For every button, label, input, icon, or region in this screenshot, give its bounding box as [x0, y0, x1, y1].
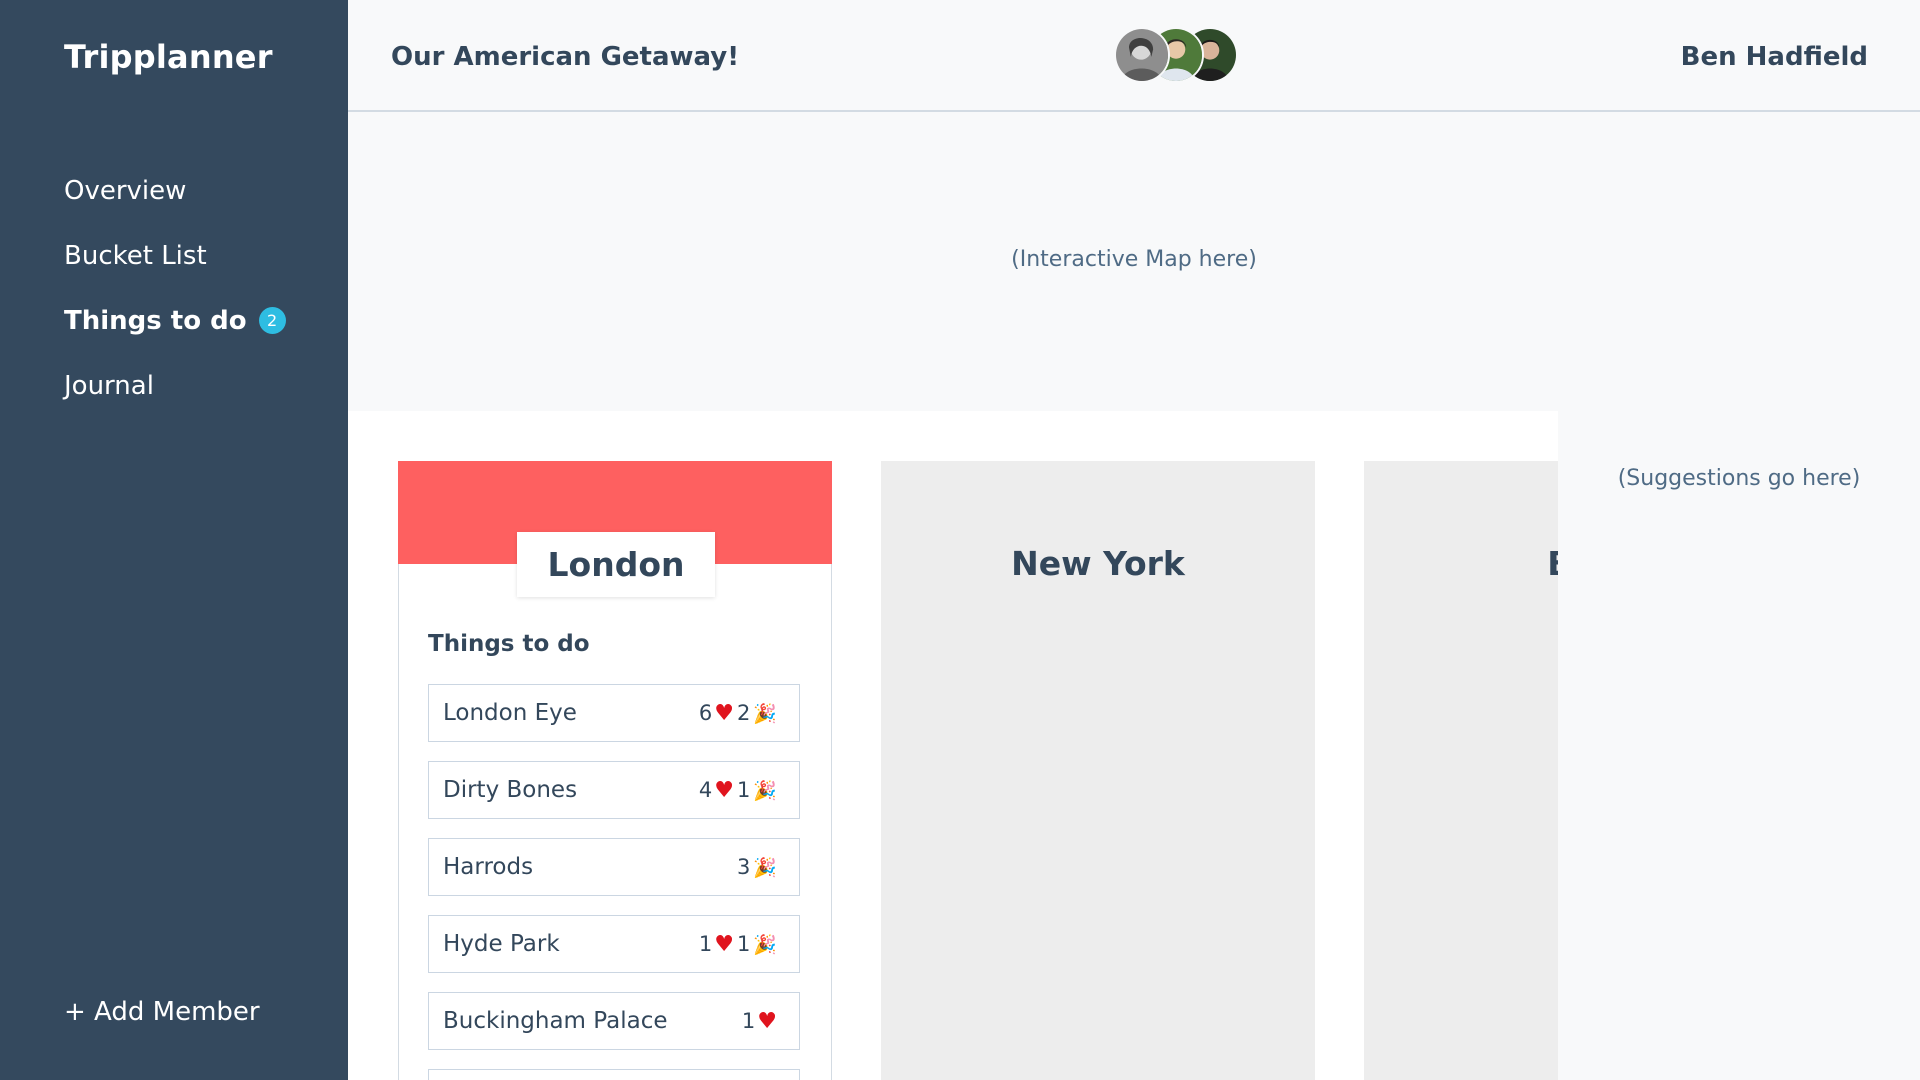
avatar[interactable]: [1114, 27, 1170, 83]
city-title[interactable]: London: [517, 532, 715, 597]
todo-stats: 1 ♥ 1 🎉: [699, 932, 777, 957]
user-name[interactable]: Ben Hadfield: [1681, 42, 1868, 72]
party-popper-icon: 🎉: [753, 856, 777, 879]
heart-icon: ♥: [714, 931, 734, 957]
todo-item[interactable]: Harrods 3 🎉: [428, 838, 800, 896]
sidebar-item-label: Bucket List: [64, 240, 207, 271]
todo-item[interactable]: Hyde Park 1 ♥ 1 🎉: [428, 915, 800, 973]
sidebar-item-bucket-list[interactable]: Bucket List: [64, 223, 286, 288]
city-card-london: London Things to do London Eye 6 ♥ 2 🎉 Dir…: [398, 461, 832, 1080]
parties-count: 2: [736, 701, 751, 725]
notification-badge: 2: [258, 307, 286, 334]
member-photo-icon: [1116, 29, 1168, 81]
sidebar-item-overview[interactable]: Overview: [64, 158, 286, 223]
todo-name: London Eye: [443, 700, 577, 726]
suggestions-panel: (Suggestions go here): [1558, 411, 1920, 1080]
trip-title[interactable]: Our American Getaway!: [391, 42, 739, 72]
heart-icon: ♥: [714, 777, 734, 803]
todo-stats: 1 ♥: [742, 1009, 777, 1034]
parties-stat: 3 🎉: [737, 855, 777, 879]
member-avatars[interactable]: [1114, 27, 1238, 83]
sidebar-item-label: Things to do: [64, 305, 247, 336]
sidebar-item-label: Journal: [64, 370, 154, 401]
parties-stat: 1 🎉: [737, 778, 777, 802]
interactive-map[interactable]: (Interactive Map here): [348, 112, 1920, 411]
heart-icon: ♥: [714, 700, 734, 726]
parties-count: 1: [736, 932, 751, 956]
map-placeholder: (Interactive Map here): [1011, 247, 1257, 272]
parties-count: 1: [736, 778, 751, 802]
heart-icon: ♥: [757, 1008, 777, 1034]
todo-name: Dirty Bones: [443, 777, 578, 803]
add-member-button[interactable]: + Add Member: [64, 997, 260, 1027]
likes-count: 6: [698, 701, 713, 725]
party-popper-icon: 🎉: [753, 933, 777, 956]
todo-stats: 4 ♥ 1 🎉: [699, 778, 777, 803]
party-popper-icon: 🎉: [753, 779, 777, 802]
city-card-new-york: New York: [881, 461, 1315, 1080]
todo-name: Harrods: [443, 854, 534, 880]
todo-name: Buckingham Palace: [443, 1008, 668, 1034]
todo-item[interactable]: Buckingham Palace 1 ♥: [428, 992, 800, 1050]
todo-stats: 3 🎉: [737, 855, 777, 879]
likes-stat: 6 ♥: [699, 701, 734, 726]
section-title: Things to do: [428, 631, 590, 657]
todo-name: Hyde Park: [443, 931, 560, 957]
parties-count: 3: [736, 855, 751, 879]
sidebar-item-things-to-do[interactable]: Things to do 2: [64, 288, 286, 353]
todo-item[interactable]: London Eye 6 ♥ 2 🎉: [428, 684, 800, 742]
header-bar: Our American Getaway! Ben Hadfield: [348, 0, 1920, 112]
likes-count: 4: [698, 778, 713, 802]
sidebar-nav: Overview Bucket List Things to do 2 Jour…: [64, 158, 286, 418]
sidebar: Tripplanner Overview Bucket List Things …: [0, 0, 348, 1080]
likes-stat: 1 ♥: [699, 932, 734, 957]
likes-stat: 1 ♥: [742, 1009, 777, 1034]
todo-item[interactable]: Dirty Bones 4 ♥ 1 🎉: [428, 761, 800, 819]
app-brand[interactable]: Tripplanner: [64, 38, 273, 76]
likes-count: 1: [741, 1009, 756, 1033]
likes-count: 1: [698, 932, 713, 956]
todo-list: London Eye 6 ♥ 2 🎉 Dirty Bones 4 ♥ 1 🎉 Harro…: [428, 684, 800, 1080]
sidebar-item-journal[interactable]: Journal: [64, 353, 286, 418]
todo-stats: 6 ♥ 2 🎉: [699, 701, 777, 726]
city-title[interactable]: New York: [881, 531, 1315, 596]
suggestions-placeholder: (Suggestions go here): [1617, 466, 1861, 491]
todo-item[interactable]: [428, 1069, 800, 1080]
party-popper-icon: 🎉: [753, 702, 777, 725]
sidebar-item-label: Overview: [64, 175, 187, 206]
likes-stat: 4 ♥: [699, 778, 734, 803]
parties-stat: 1 🎉: [737, 932, 777, 956]
parties-stat: 2 🎉: [737, 701, 777, 725]
